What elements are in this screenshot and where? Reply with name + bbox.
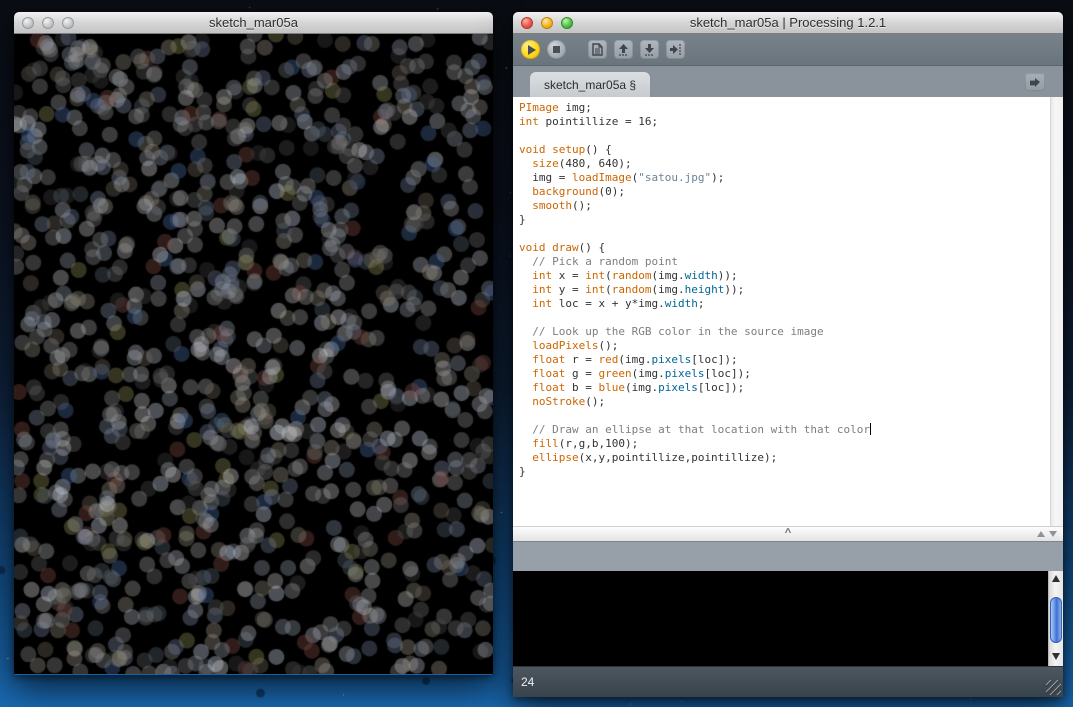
text-caret [870,423,872,435]
code-line: int loc = x + y*img.width; [532,297,705,310]
ide-titlebar[interactable]: sketch_mar05a | Processing 1.2.1 [513,12,1063,34]
code-line: void setup() { [519,143,612,156]
code-line: ellipse(x,y,pointillize,pointillize); [532,451,778,464]
arrow-up-icon [619,44,628,56]
scroll-up-arrow-icon[interactable] [1052,575,1060,582]
tab-label: sketch_mar05a § [544,77,637,92]
zoom-button[interactable] [561,16,573,29]
play-icon [527,44,536,55]
console-output [513,571,1063,666]
tab-bar: sketch_mar05a § [513,66,1063,97]
code-editor[interactable]: PImage img; int pointillize = 16; void se… [513,97,1063,526]
scrollbar-arrows [1037,531,1057,537]
stop-icon [553,46,560,53]
window-controls [14,16,74,29]
window-controls [513,16,573,29]
save-button[interactable] [640,40,659,59]
tab-menu-button[interactable] [1025,73,1045,91]
sketch-output-window: sketch_mar05a [14,12,493,675]
code-line: background(0); [532,185,625,198]
console-scrollbar[interactable] [1048,571,1063,666]
code-line: size(480, 640); [532,157,632,170]
processing-ide-window: sketch_mar05a | Processing 1.2.1 sketch_… [513,12,1063,697]
code-line: float b = blue(img.pixels[loc]); [532,381,745,394]
ide-toolbar [513,34,1063,66]
status-bar: 24 [513,666,1063,697]
code-line: smooth(); [532,199,592,212]
close-button[interactable] [521,16,533,29]
scrollbar-thumb[interactable] [1050,597,1062,643]
scroll-down-arrow-icon[interactable] [1049,531,1057,537]
code-line: loadPixels(); [532,339,619,352]
code-line: int pointillize = 16; [519,115,659,128]
code-line: int y = int(random(img.height)); [532,283,745,296]
close-button[interactable] [22,16,34,29]
minimize-button[interactable] [42,16,54,29]
code-line: float r = red(img.pixels[loc]); [532,353,738,366]
run-button[interactable] [521,40,540,59]
sketch-window-titlebar[interactable]: sketch_mar05a [14,12,493,34]
arrow-right-icon [1030,78,1040,87]
open-button[interactable] [614,40,633,59]
code-line: } [519,213,526,226]
code-line: // Draw an ellipse at that location with… [532,423,872,436]
new-sketch-button[interactable] [588,40,607,59]
message-area [513,541,1063,571]
window-resize-grip[interactable] [1046,680,1061,695]
code-line: noStroke(); [532,395,606,408]
stop-button[interactable] [547,40,566,59]
zoom-button[interactable] [62,16,74,29]
ide-window-title: sketch_mar05a | Processing 1.2.1 [689,15,887,30]
code-line: // Pick a random point [532,255,678,268]
minimize-button[interactable] [541,16,553,29]
arrow-down-icon [645,44,654,56]
code-line: // Look up the RGB color in the source i… [532,325,824,338]
code-line: void draw() { [519,241,606,254]
scroll-down-arrow-icon[interactable] [1052,653,1060,660]
code-line: int x = int(random(img.width)); [532,269,738,282]
code-line: img = loadImage("satou.jpg"); [519,171,725,184]
export-button[interactable] [666,40,685,59]
code-area: PImage img; int pointillize = 16; void se… [519,101,1047,479]
tab-sketch-mar05a[interactable]: sketch_mar05a § [530,72,651,97]
editor-vertical-scrollbar[interactable] [1050,97,1063,526]
editor-horizontal-scrollbar[interactable]: ^ [513,526,1063,541]
document-icon [592,43,603,56]
code-line: float g = green(img.pixels[loc]); [532,367,751,380]
current-line-number: 24 [521,675,535,689]
desktop-background: sketch_mar05a sketch_mar05a | Processing… [0,0,1073,707]
arrow-right-icon [670,44,681,55]
code-line: PImage img; [519,101,592,114]
code-line: fill(r,g,b,100); [532,437,639,450]
sketch-window-title: sketch_mar05a [209,15,298,30]
code-line: } [519,465,526,478]
scroll-up-arrow-icon[interactable] [1037,531,1045,537]
sketch-render-canvas [14,34,493,674]
splitter-dimple-icon: ^ [784,527,792,539]
